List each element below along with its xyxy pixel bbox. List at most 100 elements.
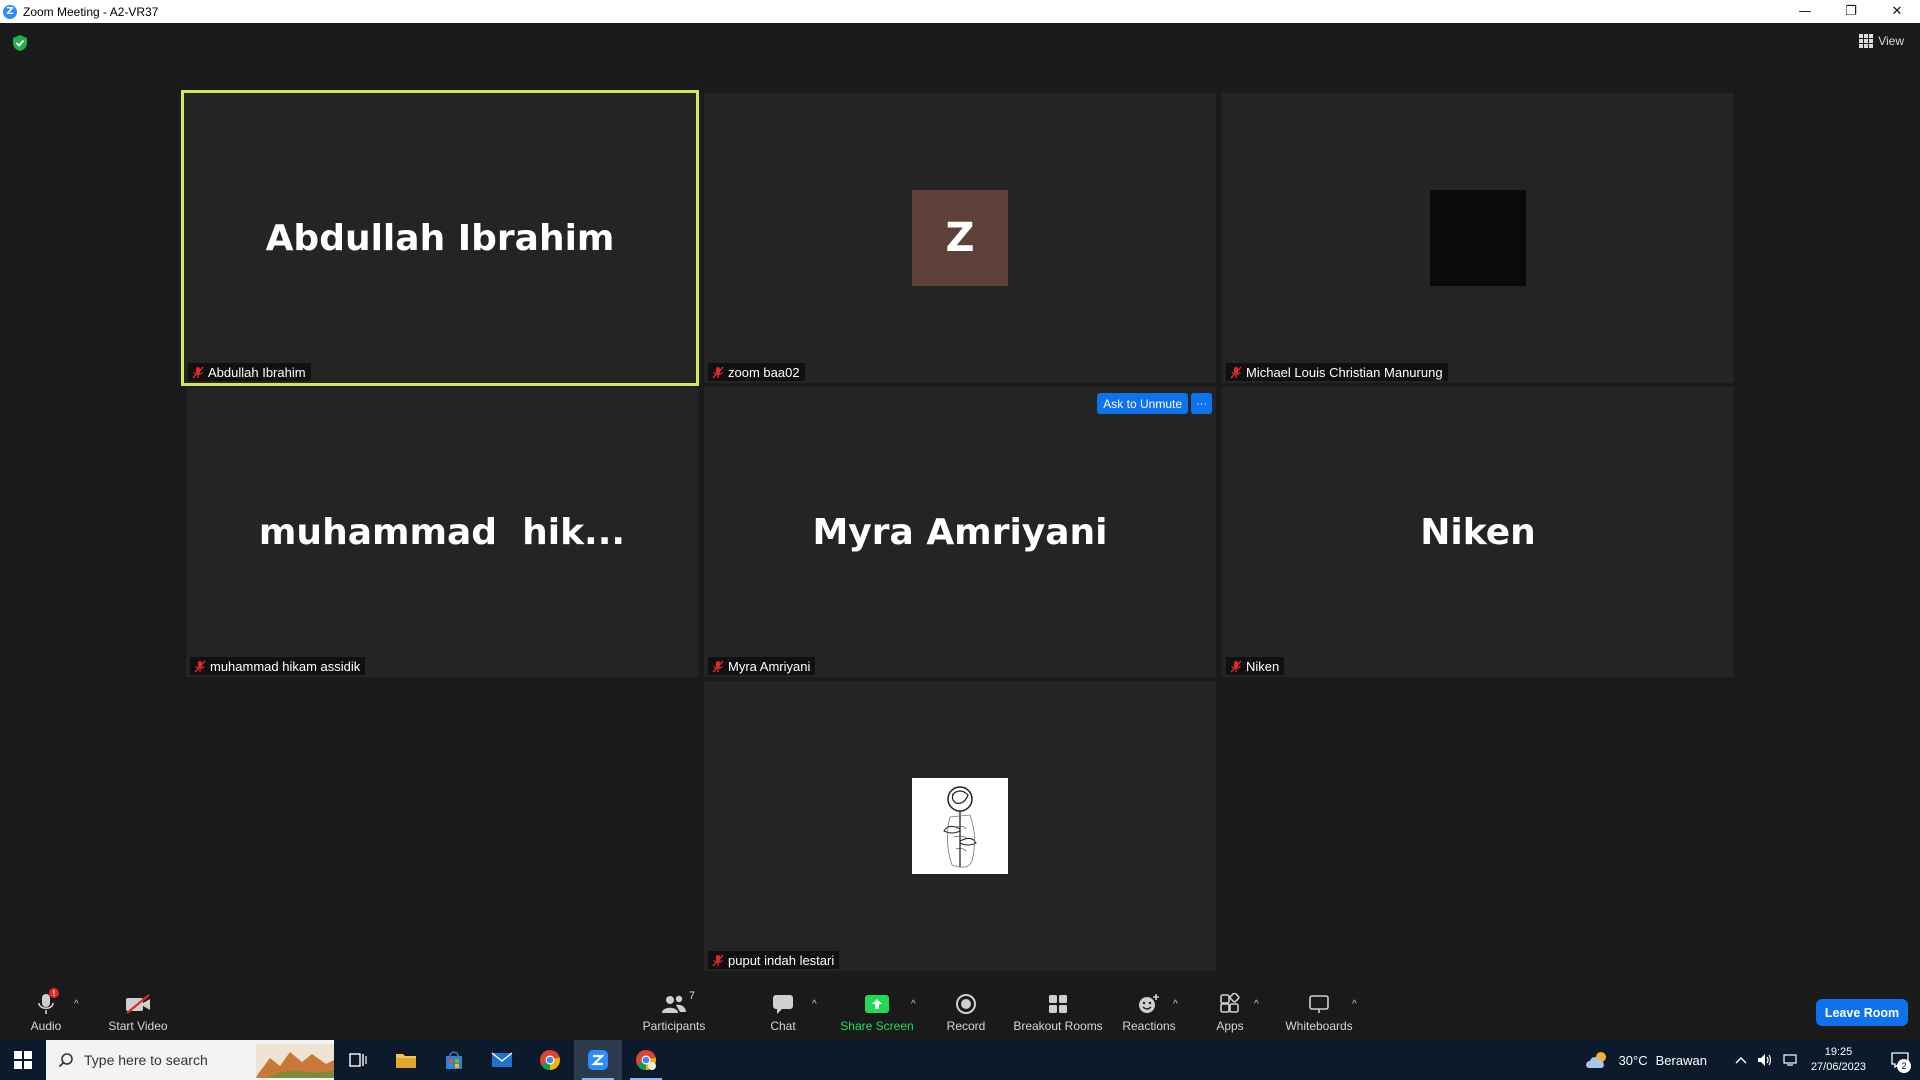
- shield-check-icon[interactable]: [12, 34, 28, 52]
- speaker-icon[interactable]: [1757, 1053, 1773, 1067]
- whiteboards-options-caret-icon[interactable]: ^: [1352, 999, 1357, 1010]
- chrome-profile-button[interactable]: [622, 1040, 670, 1080]
- mic-muted-icon: [712, 366, 724, 378]
- apps-button[interactable]: Apps: [1185, 991, 1275, 1033]
- show-hidden-icons-chevron-up-icon[interactable]: [1735, 1055, 1747, 1065]
- participant-name: Abdullah Ibrahim: [208, 364, 306, 380]
- breakout-rooms-button[interactable]: Breakout Rooms: [1013, 991, 1103, 1033]
- mic-muted-icon: [712, 954, 724, 966]
- weather-temperature: 30°C: [1618, 1052, 1648, 1068]
- taskbar-search-input[interactable]: Type here to search: [46, 1040, 334, 1080]
- apps-label: Apps: [1216, 1019, 1244, 1033]
- video-tile-myra[interactable]: Myra Amriyani Ask to Unmute ··· Myra Amr…: [704, 387, 1216, 677]
- participant-name: muhammad hikam assidik: [210, 658, 361, 674]
- weather-description: Berawan: [1655, 1052, 1707, 1068]
- store-icon: [446, 1051, 462, 1069]
- whiteboard-icon: [1304, 991, 1334, 1017]
- video-tile-muhammad[interactable]: muhammad hik... muhammad hikam assidik: [186, 387, 698, 677]
- search-icon: [58, 1053, 73, 1068]
- restore-button[interactable]: ❐: [1828, 0, 1874, 23]
- apps-options-caret-icon[interactable]: ^: [1254, 999, 1259, 1010]
- notification-center-button[interactable]: 2: [1880, 1040, 1920, 1080]
- share-screen-button[interactable]: Share Screen: [832, 991, 922, 1033]
- weather-widget[interactable]: 30°C Berawan: [1585, 1050, 1707, 1070]
- video-tile-zoom-baa02[interactable]: Z zoom baa02: [704, 93, 1216, 383]
- whiteboards-label: Whiteboards: [1285, 1019, 1353, 1033]
- system-tray: 30°C Berawan 19:25 27/06/2023 2: [1585, 1040, 1920, 1080]
- share-options-caret-icon[interactable]: ^: [911, 999, 916, 1010]
- participant-name-label: Michael Louis Christian Manurung: [1226, 363, 1448, 381]
- taskbar-clock[interactable]: 19:25 27/06/2023: [1811, 1045, 1866, 1075]
- participant-name-label: zoom baa02: [708, 363, 805, 381]
- more-options-button[interactable]: ···: [1191, 393, 1212, 414]
- network-icon[interactable]: [1783, 1053, 1799, 1067]
- record-label: Record: [946, 1019, 986, 1033]
- participant-name: puput indah lestari: [728, 952, 835, 968]
- zoom-logo-icon: Z: [3, 4, 17, 19]
- participant-name-label: Niken: [1226, 657, 1285, 675]
- breakout-rooms-icon: [1043, 991, 1073, 1017]
- whiteboards-button[interactable]: Whiteboards: [1274, 991, 1364, 1033]
- minimize-button[interactable]: —: [1782, 0, 1828, 23]
- task-view-icon: [349, 1053, 367, 1067]
- participant-display-name: muhammad hik...: [258, 511, 626, 553]
- audio-button[interactable]: ! Audio: [1, 988, 91, 1033]
- task-view-button[interactable]: [334, 1040, 382, 1080]
- participants-label: Participants: [642, 1019, 706, 1033]
- meeting-toolbar: ! Audio ^ Start Video 7 Participants Cha…: [0, 985, 1920, 1040]
- title-bar: Z Zoom Meeting - A2-VR37 — ❐ ✕: [0, 0, 1920, 23]
- close-button[interactable]: ✕: [1874, 0, 1920, 23]
- avatar: [1430, 190, 1526, 286]
- share-screen-icon: [862, 991, 892, 1017]
- mail-button[interactable]: [478, 1040, 526, 1080]
- chrome-button[interactable]: [526, 1040, 574, 1080]
- leave-room-button[interactable]: Leave Room: [1816, 999, 1908, 1026]
- participant-name-label: puput indah lestari: [708, 951, 840, 969]
- chat-icon: [768, 991, 798, 1017]
- participants-icon: 7: [659, 990, 695, 1017]
- windows-logo-icon: [14, 1051, 32, 1069]
- ask-to-unmute-button[interactable]: Ask to Unmute: [1097, 393, 1188, 414]
- mic-muted-icon: [1230, 660, 1242, 672]
- start-video-button[interactable]: Start Video: [93, 991, 183, 1033]
- view-label: View: [1878, 34, 1904, 48]
- microsoft-store-button[interactable]: [430, 1040, 478, 1080]
- video-tile-puput[interactable]: puput indah lestari: [704, 681, 1216, 971]
- chrome-icon: [636, 1050, 656, 1071]
- windows-start-button[interactable]: [0, 1040, 46, 1080]
- audio-warning-badge: !: [49, 988, 59, 998]
- window-title: Zoom Meeting - A2-VR37: [23, 4, 159, 19]
- reactions-button[interactable]: Reactions: [1104, 991, 1194, 1033]
- zoom-taskbar-button[interactable]: [574, 1040, 622, 1080]
- video-tile-niken[interactable]: Niken Niken: [1222, 387, 1734, 677]
- microphone-icon: !: [31, 988, 61, 1017]
- mic-muted-icon: [192, 366, 204, 378]
- video-tile-michael[interactable]: Michael Louis Christian Manurung: [1222, 93, 1734, 383]
- participant-display-name: Myra Amriyani: [812, 511, 1108, 553]
- clock-time: 19:25: [1824, 1046, 1853, 1058]
- file-explorer-button[interactable]: [382, 1040, 430, 1080]
- view-button[interactable]: View: [1859, 34, 1904, 48]
- reactions-icon: [1134, 991, 1164, 1017]
- video-tile-abdullah[interactable]: Abdullah Ibrahim Abdullah Ibrahim: [181, 90, 699, 386]
- participant-name: Michael Louis Christian Manurung: [1246, 364, 1443, 380]
- participant-name-label: Myra Amriyani: [708, 657, 816, 675]
- reactions-options-caret-icon[interactable]: ^: [1173, 999, 1178, 1010]
- meeting-area: View Abdullah Ibrahim Abdullah Ibrahim Z…: [0, 23, 1920, 985]
- chat-button[interactable]: Chat: [738, 991, 828, 1033]
- chrome-icon: [540, 1050, 560, 1071]
- participant-display-name: Abdullah Ibrahim: [265, 217, 615, 259]
- participants-button[interactable]: 7 Participants: [629, 990, 719, 1033]
- windows-taskbar: Type here to search 30°C Berawan 19:25 2…: [0, 1040, 1920, 1080]
- search-highlight-image: [256, 1044, 334, 1078]
- mic-muted-icon: [712, 660, 724, 672]
- audio-options-caret-icon[interactable]: ^: [74, 999, 79, 1010]
- participant-name: Niken: [1246, 658, 1280, 674]
- notification-count-badge: 2: [1897, 1059, 1911, 1073]
- record-button[interactable]: Record: [921, 991, 1011, 1033]
- chat-options-caret-icon[interactable]: ^: [812, 999, 817, 1010]
- audio-label: Audio: [30, 1019, 62, 1033]
- start-video-label: Start Video: [108, 1019, 168, 1033]
- participant-display-name: Niken: [1420, 511, 1536, 553]
- video-off-icon: [123, 991, 153, 1017]
